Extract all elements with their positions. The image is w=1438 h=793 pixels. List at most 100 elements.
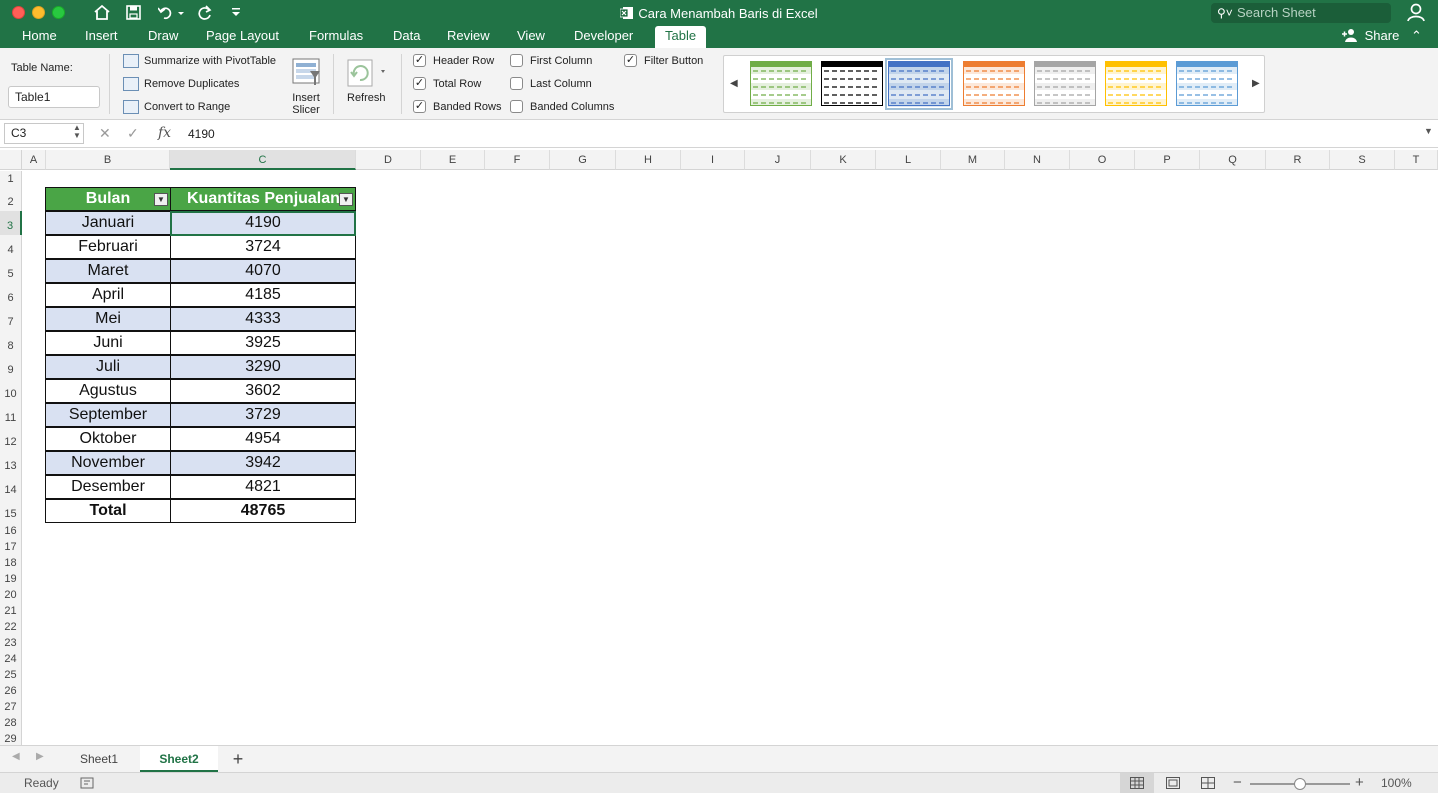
table-row-month[interactable]: Januari	[45, 211, 171, 235]
table-row-value[interactable]: 4185	[170, 283, 356, 307]
column-header-l[interactable]: L	[876, 150, 941, 170]
gallery-right-arrow-icon[interactable]: ▶	[1252, 78, 1260, 89]
column-header-i[interactable]: I	[681, 150, 745, 170]
row-header-10[interactable]: 10	[0, 379, 22, 403]
add-sheet-button[interactable]: +	[226, 746, 250, 772]
column-header-g[interactable]: G	[550, 150, 616, 170]
filter-dropdown-icon[interactable]: ▼	[339, 193, 353, 206]
search-sheet-input[interactable]: ⚲˅ Search Sheet	[1211, 3, 1391, 23]
insert-slicer-label-1[interactable]: Insert	[291, 92, 321, 104]
table-row-value[interactable]: 3925	[170, 331, 356, 355]
table-row-month[interactable]: Oktober	[45, 427, 171, 451]
tab-draw[interactable]: Draw	[148, 26, 178, 48]
table-row-month[interactable]: November	[45, 451, 171, 475]
cancel-icon[interactable]: ✕	[99, 125, 111, 142]
zoom-level[interactable]: 100%	[1381, 776, 1412, 790]
tab-table[interactable]: Table	[655, 26, 707, 48]
column-header-r[interactable]: R	[1266, 150, 1330, 170]
select-all-corner[interactable]	[0, 150, 22, 170]
total-row-checkbox[interactable]: ✓	[413, 77, 426, 90]
table-style-swatch-3[interactable]	[885, 58, 953, 110]
row-header-17[interactable]: 17	[0, 539, 22, 555]
row-header-15[interactable]: 15	[0, 499, 22, 523]
table-style-swatch-5[interactable]	[1034, 61, 1096, 107]
share-button[interactable]: Share ⌃	[1342, 26, 1422, 46]
header-row-checkbox[interactable]: ✓	[413, 54, 426, 67]
table-row-value[interactable]: 3942	[170, 451, 356, 475]
total-row-value[interactable]: 48765	[170, 499, 356, 523]
enter-icon[interactable]: ✓	[127, 125, 139, 142]
column-header-a[interactable]: A	[22, 150, 46, 170]
zoom-in-icon[interactable]: +	[1355, 774, 1364, 791]
tab-data[interactable]: Data	[393, 26, 420, 48]
column-header-q[interactable]: Q	[1200, 150, 1266, 170]
formula-input[interactable]: 4190	[188, 127, 215, 141]
row-header-8[interactable]: 8	[0, 331, 22, 355]
summarize-pivottable-button[interactable]: Summarize with PivotTable	[144, 55, 276, 67]
banded-rows-checkbox[interactable]: ✓	[413, 100, 426, 113]
row-header-11[interactable]: 11	[0, 403, 22, 427]
row-header-25[interactable]: 25	[0, 667, 22, 683]
row-header-1[interactable]: 1	[0, 171, 22, 187]
table-row-month[interactable]: Februari	[45, 235, 171, 259]
row-header-5[interactable]: 5	[0, 259, 22, 283]
row-header-26[interactable]: 26	[0, 683, 22, 699]
table-row-month[interactable]: Agustus	[45, 379, 171, 403]
header-cell-kuantitas[interactable]: Kuantitas Penjualan ▼	[170, 187, 356, 211]
refresh-button[interactable]: Refresh	[347, 92, 386, 104]
function-icon[interactable]: fx	[158, 125, 171, 141]
tab-insert[interactable]: Insert	[85, 26, 118, 48]
table-row-value[interactable]: 3602	[170, 379, 356, 403]
row-header-23[interactable]: 23	[0, 635, 22, 651]
collapse-ribbon-icon[interactable]: ⌃	[1411, 28, 1422, 43]
name-box-stepper-icon[interactable]: ▲ ▼	[73, 124, 81, 140]
macro-record-icon[interactable]	[80, 776, 94, 790]
column-header-b[interactable]: B	[46, 150, 170, 170]
sheet-tab-sheet2[interactable]: Sheet2	[140, 746, 218, 772]
row-header-4[interactable]: 4	[0, 235, 22, 259]
column-header-s[interactable]: S	[1330, 150, 1395, 170]
table-row-value[interactable]: 4821	[170, 475, 356, 499]
table-style-swatch-4[interactable]	[963, 61, 1025, 107]
tab-review[interactable]: Review	[447, 26, 490, 48]
column-header-o[interactable]: O	[1070, 150, 1135, 170]
row-header-3[interactable]: 3	[0, 211, 22, 235]
total-row-label[interactable]: Total	[45, 499, 171, 523]
row-header-9[interactable]: 9	[0, 355, 22, 379]
table-row-month[interactable]: Mei	[45, 307, 171, 331]
row-header-14[interactable]: 14	[0, 475, 22, 499]
column-header-c[interactable]: C	[170, 150, 356, 170]
column-header-e[interactable]: E	[421, 150, 485, 170]
last-column-checkbox[interactable]	[510, 77, 523, 90]
tab-home[interactable]: Home	[22, 26, 57, 48]
filter-button-checkbox[interactable]: ✓	[624, 54, 637, 67]
table-row-month[interactable]: Juli	[45, 355, 171, 379]
filter-dropdown-icon[interactable]: ▼	[154, 193, 168, 206]
row-header-28[interactable]: 28	[0, 715, 22, 731]
table-style-swatch-7[interactable]	[1176, 61, 1238, 107]
row-header-2[interactable]: 2	[0, 187, 22, 211]
table-row-month[interactable]: Juni	[45, 331, 171, 355]
table-row-value[interactable]: 3290	[170, 355, 356, 379]
page-layout-view-icon[interactable]	[1166, 777, 1180, 789]
remove-duplicates-button[interactable]: Remove Duplicates	[144, 78, 239, 90]
normal-view-button[interactable]	[1120, 773, 1154, 793]
page-break-view-icon[interactable]	[1201, 777, 1215, 789]
column-header-p[interactable]: P	[1135, 150, 1200, 170]
table-row-month[interactable]: April	[45, 283, 171, 307]
row-header-27[interactable]: 27	[0, 699, 22, 715]
row-header-20[interactable]: 20	[0, 587, 22, 603]
insert-slicer-label-2[interactable]: Slicer	[291, 104, 321, 116]
table-style-swatch-1[interactable]	[750, 61, 812, 107]
gallery-left-arrow-icon[interactable]: ◀	[730, 78, 738, 89]
column-header-m[interactable]: M	[941, 150, 1005, 170]
column-header-f[interactable]: F	[485, 150, 550, 170]
column-header-d[interactable]: D	[356, 150, 421, 170]
table-row-month[interactable]: September	[45, 403, 171, 427]
column-header-k[interactable]: K	[811, 150, 876, 170]
row-header-24[interactable]: 24	[0, 651, 22, 667]
table-row-value[interactable]: 3724	[170, 235, 356, 259]
zoom-slider-thumb[interactable]	[1294, 778, 1306, 790]
column-header-t[interactable]: T	[1395, 150, 1438, 170]
row-header-16[interactable]: 16	[0, 523, 22, 539]
